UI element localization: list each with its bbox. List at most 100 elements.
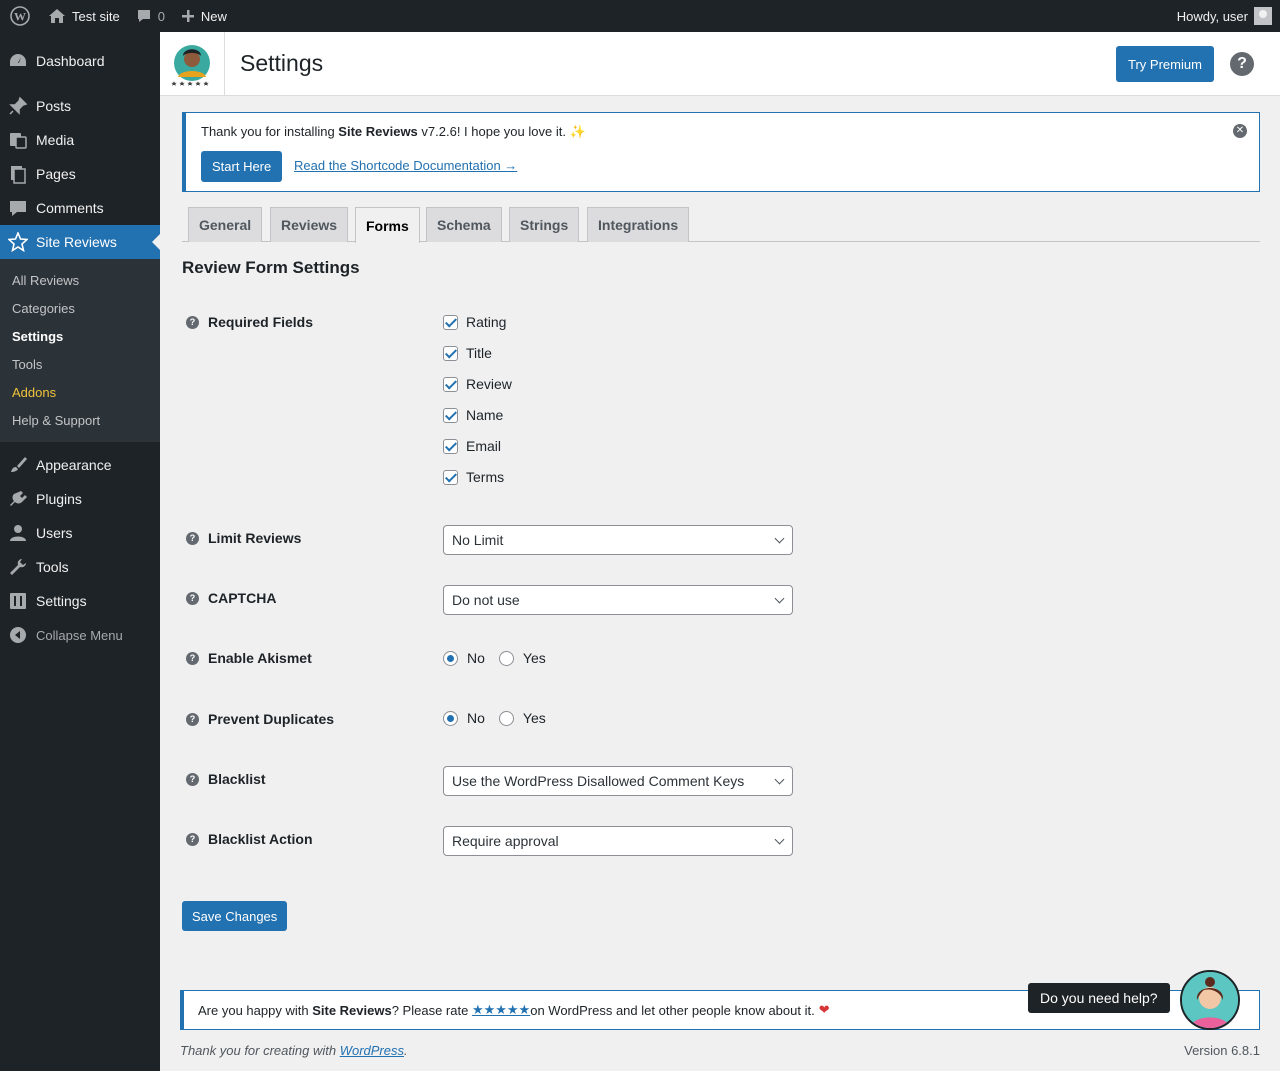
- notice-plugin-name: Site Reviews: [338, 124, 418, 139]
- wrench-icon: [8, 557, 28, 577]
- dismiss-icon[interactable]: ✕: [1233, 124, 1247, 138]
- menu-label: Pages: [36, 166, 76, 182]
- radio-unselected[interactable]: [498, 710, 514, 726]
- settings-icon: [8, 591, 28, 611]
- tab-reviews[interactable]: Reviews: [270, 207, 349, 242]
- menu-comments[interactable]: Comments: [0, 191, 160, 225]
- captcha-label: ? CAPTCHA: [186, 590, 276, 606]
- checkbox-checked[interactable]: [443, 314, 458, 330]
- rate-text-before: Are you happy with: [198, 1002, 309, 1018]
- collapse-menu-button[interactable]: Collapse Menu: [0, 618, 160, 652]
- page-title: Settings: [240, 50, 324, 76]
- checkbox-label: Title: [466, 345, 492, 361]
- question-icon[interactable]: ?: [186, 531, 199, 545]
- tab-forms[interactable]: Forms: [355, 207, 420, 243]
- checkbox-checked[interactable]: [443, 376, 458, 392]
- admin-bar: W Test site 0 New Howdy, user: [0, 0, 1280, 32]
- question-icon[interactable]: ?: [186, 315, 199, 329]
- submenu-categories[interactable]: Categories: [0, 294, 160, 322]
- captcha-select[interactable]: Do not use: [443, 585, 793, 615]
- menu-label: Settings: [36, 593, 87, 609]
- support-avatar-icon[interactable]: [1180, 970, 1240, 1030]
- menu-tools[interactable]: Tools: [0, 550, 160, 584]
- duplicates-no-option[interactable]: No: [443, 710, 485, 726]
- footer-text-end: .: [404, 1043, 408, 1058]
- duplicates-yes-option[interactable]: Yes: [498, 710, 546, 726]
- tab-strings[interactable]: Strings: [509, 207, 580, 242]
- checkbox-rating[interactable]: Rating: [443, 314, 506, 330]
- question-icon[interactable]: ?: [186, 712, 199, 726]
- menu-site-reviews[interactable]: Site Reviews: [0, 225, 160, 259]
- tab-schema[interactable]: Schema: [426, 207, 502, 242]
- submenu-settings[interactable]: Settings: [0, 322, 160, 350]
- checkbox-checked[interactable]: [443, 438, 458, 454]
- new-content-link[interactable]: New: [173, 0, 235, 32]
- checkbox-name[interactable]: Name: [443, 407, 503, 423]
- blacklist-select[interactable]: Use the WordPress Disallowed Comment Key…: [443, 766, 793, 796]
- checkbox-review[interactable]: Review: [443, 376, 512, 392]
- radio-selected[interactable]: [443, 650, 458, 666]
- question-icon[interactable]: ?: [186, 832, 199, 846]
- plugin-avatar-icon: [171, 44, 210, 86]
- settings-tabs: General Reviews Forms Schema Strings Int…: [182, 207, 1260, 243]
- checkbox-title[interactable]: Title: [443, 345, 492, 361]
- comments-link[interactable]: 0: [128, 0, 173, 32]
- checkbox-email[interactable]: Email: [443, 438, 501, 454]
- help-icon[interactable]: ?: [1230, 52, 1254, 76]
- try-premium-button[interactable]: Try Premium: [1116, 46, 1214, 82]
- submenu-all-reviews[interactable]: All Reviews: [0, 266, 160, 294]
- checkbox-checked[interactable]: [443, 469, 458, 485]
- question-icon[interactable]: ?: [186, 772, 199, 786]
- help-bubble[interactable]: Do you need help?: [1028, 983, 1170, 1013]
- user-avatar-icon: [1254, 7, 1272, 25]
- limit-reviews-select[interactable]: No Limit: [443, 525, 793, 555]
- brush-icon: [8, 455, 28, 475]
- save-changes-button[interactable]: Save Changes: [182, 901, 288, 931]
- question-icon[interactable]: ?: [186, 591, 199, 605]
- akismet-no-option[interactable]: No: [443, 650, 485, 666]
- my-account[interactable]: Howdy, user: [1177, 7, 1280, 25]
- required-fields-label: ? Required Fields: [186, 314, 313, 330]
- tab-integrations[interactable]: Integrations: [587, 207, 690, 242]
- menu-plugins[interactable]: Plugins: [0, 482, 160, 516]
- blacklist-action-select[interactable]: Require approval: [443, 826, 793, 856]
- menu-dashboard[interactable]: Dashboard: [0, 44, 160, 78]
- start-here-button[interactable]: Start Here: [201, 151, 283, 182]
- checkbox-checked[interactable]: [443, 407, 458, 423]
- welcome-notice: Thank you for installing Site Reviews v7…: [182, 112, 1260, 192]
- submenu-tools[interactable]: Tools: [0, 350, 160, 378]
- akismet-yes-option[interactable]: Yes: [498, 650, 546, 666]
- dashboard-icon: [8, 51, 28, 71]
- checkbox-checked[interactable]: [443, 345, 458, 361]
- akismet-radio-group: No Yes: [443, 650, 560, 666]
- wordpress-link[interactable]: WordPress: [340, 1043, 404, 1058]
- menu-media[interactable]: Media: [0, 123, 160, 157]
- radio-label: Yes: [522, 710, 546, 726]
- radio-selected[interactable]: [443, 710, 458, 726]
- menu-posts[interactable]: Posts: [0, 89, 160, 123]
- checkbox-label: Name: [466, 407, 504, 423]
- menu-settings[interactable]: Settings: [0, 584, 160, 618]
- shortcode-docs-link[interactable]: Read the Shortcode Documentation →: [294, 158, 517, 173]
- tab-general[interactable]: General: [188, 207, 263, 242]
- enable-akismet-label: ? Enable Akismet: [186, 650, 312, 666]
- submenu-addons[interactable]: Addons: [0, 378, 160, 406]
- menu-pages[interactable]: Pages: [0, 157, 160, 191]
- wordpress-logo-icon[interactable]: W: [0, 0, 40, 32]
- rate-stars-link[interactable]: ★★★★★: [472, 1002, 530, 1018]
- page-header: Settings Try Premium ?: [160, 32, 1280, 96]
- radio-unselected[interactable]: [498, 650, 514, 666]
- comment-icon: [8, 198, 28, 218]
- menu-users[interactable]: Users: [0, 516, 160, 550]
- menu-label: Posts: [36, 98, 72, 114]
- label-text: CAPTCHA: [208, 590, 277, 606]
- footer-version: Version 6.8.1: [1184, 1043, 1260, 1058]
- menu-appearance[interactable]: Appearance: [0, 448, 160, 482]
- question-icon[interactable]: ?: [186, 651, 199, 665]
- checkbox-label: Email: [466, 438, 502, 454]
- checkbox-terms[interactable]: Terms: [443, 469, 504, 485]
- site-name-link[interactable]: Test site: [40, 0, 128, 32]
- collapse-label: Collapse Menu: [36, 627, 123, 643]
- svg-text:W: W: [14, 10, 26, 24]
- submenu-help-support[interactable]: Help & Support: [0, 406, 160, 434]
